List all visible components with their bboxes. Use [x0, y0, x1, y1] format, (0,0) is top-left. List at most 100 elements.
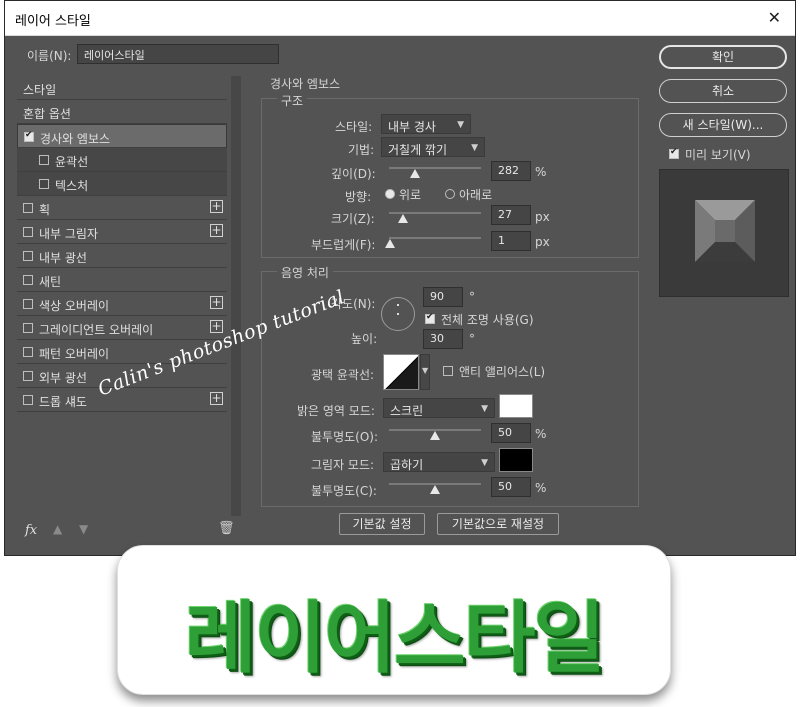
add-effect-plus-icon[interactable]: +: [210, 392, 223, 405]
style-enable-checkbox[interactable]: [23, 299, 33, 309]
shadow-opacity-unit: %: [535, 481, 547, 495]
style-enable-checkbox[interactable]: [39, 179, 49, 189]
style-list-item[interactable]: 새틴: [17, 268, 227, 292]
altitude-unit: °: [469, 332, 475, 346]
highlight-opacity-input[interactable]: 50: [491, 423, 531, 443]
title-bar: 레이어 스타일 ✕: [5, 1, 795, 36]
style-enable-checkbox[interactable]: [23, 275, 33, 285]
antialias-label: 앤티 앨리어스(L): [459, 365, 546, 379]
trash-icon[interactable]: 🗑: [218, 521, 235, 536]
style-list-item[interactable]: 스타일: [17, 76, 227, 100]
highlight-mode-select[interactable]: 스크린 ▼: [383, 398, 495, 418]
style-name-input[interactable]: 레이어스타일: [77, 44, 279, 64]
styles-list-scrollbar[interactable]: [231, 76, 241, 516]
shadow-opacity-slider-knob[interactable]: [430, 485, 440, 494]
style-list-item[interactable]: 내부 광선: [17, 244, 227, 268]
style-enable-checkbox[interactable]: [24, 130, 34, 142]
style-list-item-label: 내부 그림자: [39, 227, 99, 241]
chevron-down-icon: ▼: [481, 404, 488, 414]
style-enable-checkbox[interactable]: [23, 203, 33, 213]
style-enable-checkbox[interactable]: [23, 395, 33, 405]
direction-up-radio[interactable]: [385, 189, 395, 199]
style-list-item[interactable]: 텍스처: [17, 172, 227, 196]
banner-text: 레이어스타일: [184, 594, 606, 684]
style-enable-checkbox[interactable]: [23, 347, 33, 357]
new-style-button[interactable]: 새 스타일(W)...: [659, 113, 787, 137]
fx-menu-button[interactable]: fx: [25, 523, 37, 538]
style-list-item-label: 획: [39, 203, 51, 217]
style-enable-checkbox[interactable]: [23, 323, 33, 333]
technique-value: 거칠게 깎기: [388, 143, 448, 157]
shadow-color-swatch[interactable]: [499, 448, 533, 472]
gloss-contour-dropdown[interactable]: ▼: [420, 354, 430, 390]
style-list-item[interactable]: 윤곽선: [17, 148, 227, 172]
soften-slider-knob[interactable]: [384, 239, 395, 248]
preview-checkbox[interactable]: [669, 147, 679, 159]
angle-unit: °: [469, 290, 475, 304]
global-light-checkbox[interactable]: [425, 312, 435, 324]
shadow-mode-select[interactable]: 곱하기 ▼: [383, 452, 495, 472]
depth-input[interactable]: 282: [491, 161, 531, 181]
add-effect-plus-icon[interactable]: +: [210, 296, 223, 309]
style-list-item-label: 경사와 엠보스: [40, 132, 111, 146]
direction-down-radio[interactable]: [445, 189, 455, 199]
highlight-opacity-unit: %: [535, 427, 547, 441]
chevron-down-icon: ▼: [422, 366, 429, 375]
style-label: 스타일:: [335, 120, 373, 134]
size-label: 크기(Z):: [331, 212, 375, 226]
add-effect-plus-icon[interactable]: +: [210, 224, 223, 237]
shadow-mode-value: 곱하기: [390, 458, 424, 472]
chevron-down-icon: ▼: [481, 458, 488, 468]
altitude-label: 높이:: [351, 332, 378, 346]
antialias-checkbox[interactable]: [443, 366, 453, 376]
cancel-button[interactable]: 취소: [659, 79, 787, 103]
style-list-item[interactable]: 그레이디언트 오버레이 +: [17, 316, 227, 340]
structure-title: 구조: [277, 92, 308, 109]
size-input[interactable]: 27: [491, 205, 531, 225]
style-list-item-label: 스타일: [23, 83, 57, 97]
reset-default-button[interactable]: 기본값으로 재설정: [437, 513, 559, 535]
size-slider-knob[interactable]: [397, 214, 408, 223]
arrow-up-icon[interactable]: ▲: [53, 522, 62, 536]
technique-label: 기법:: [348, 143, 375, 157]
depth-slider-track[interactable]: [389, 167, 481, 169]
depth-slider-knob[interactable]: [409, 169, 420, 178]
soften-label: 부드럽게(F):: [311, 238, 376, 252]
style-enable-checkbox[interactable]: [23, 371, 33, 381]
bevel-style-select[interactable]: 내부 경사 ▼: [381, 114, 471, 134]
style-list-item-label: 외부 광선: [39, 371, 87, 385]
style-list-item[interactable]: 내부 그림자 +: [17, 220, 227, 244]
style-list-item[interactable]: 혼합 옵션: [17, 100, 227, 124]
style-list-item[interactable]: 색상 오버레이 +: [17, 292, 227, 316]
soften-input[interactable]: 1: [491, 231, 531, 251]
soften-slider-track[interactable]: [389, 237, 481, 239]
style-enable-checkbox[interactable]: [23, 251, 33, 261]
style-enable-checkbox[interactable]: [23, 227, 33, 237]
ok-button[interactable]: 확인: [659, 45, 787, 69]
make-default-button[interactable]: 기본값 설정: [339, 513, 425, 535]
style-list-item-label: 혼합 옵션: [23, 107, 71, 121]
style-list-item[interactable]: 경사와 엠보스: [17, 124, 227, 148]
technique-select[interactable]: 거칠게 깎기 ▼: [381, 137, 485, 157]
altitude-input[interactable]: 30: [423, 329, 463, 349]
angle-dial[interactable]: [381, 297, 415, 331]
style-list-item-label: 색상 오버레이: [39, 299, 110, 313]
style-list-item[interactable]: 획 +: [17, 196, 227, 220]
shadow-opacity-label: 불투명도(C):: [311, 484, 377, 498]
highlight-mode-value: 스크린: [390, 404, 424, 418]
gloss-contour-preview[interactable]: [383, 354, 419, 390]
contour-curve-icon: [385, 356, 418, 389]
arrow-down-icon[interactable]: ▼: [79, 522, 88, 536]
depth-label: 깊이(D):: [331, 167, 376, 181]
add-effect-plus-icon[interactable]: +: [210, 200, 223, 213]
angle-input[interactable]: 90: [423, 287, 463, 307]
close-icon[interactable]: ✕: [768, 8, 781, 27]
shadow-opacity-input[interactable]: 50: [491, 477, 531, 497]
direction-up-label: 위로: [399, 188, 422, 202]
highlight-opacity-slider-knob[interactable]: [430, 431, 440, 440]
preview-label: 미리 보기(V): [685, 148, 751, 162]
bevel-section-title: 경사와 엠보스: [270, 77, 341, 91]
highlight-color-swatch[interactable]: [499, 394, 533, 418]
style-enable-checkbox[interactable]: [39, 155, 49, 165]
layer-style-dialog: 레이어 스타일 ✕ 이름(N): 레이어스타일 스타일혼합 옵션경사와 엠보스윤…: [4, 0, 796, 556]
